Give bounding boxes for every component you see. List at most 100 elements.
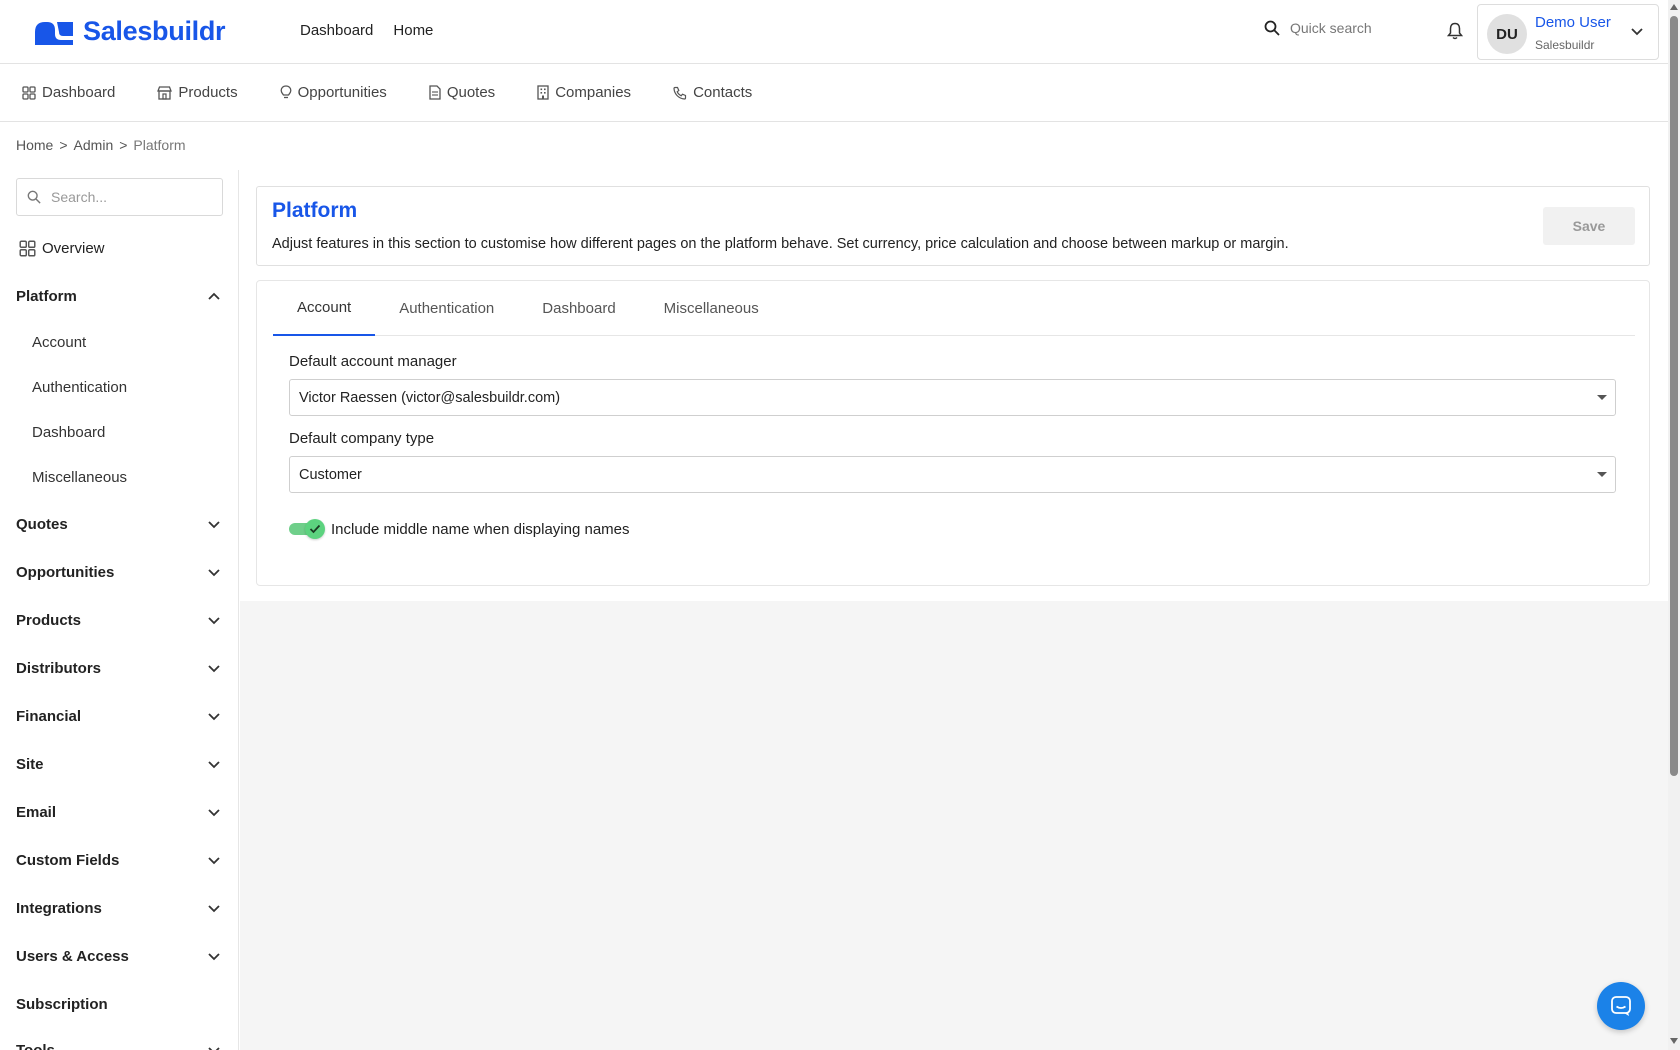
sidebar-group-platform[interactable]: Platform — [16, 288, 221, 305]
settings-card: Account Authentication Dashboard Miscell… — [256, 280, 1650, 586]
sidebar-group-label: Products — [16, 612, 82, 629]
scroll-down-arrow-icon[interactable] — [1670, 1038, 1678, 1044]
chevron-down-icon — [208, 857, 220, 865]
sidebar-group-site[interactable]: Site — [16, 756, 221, 773]
subnav-companies[interactable]: Companies — [537, 84, 631, 101]
sidebar-group-users-access[interactable]: Users & Access — [16, 948, 221, 965]
page-header-card: Platform Adjust features in this section… — [256, 186, 1650, 266]
breadcrumb-home[interactable]: Home — [16, 137, 53, 153]
chevron-down-icon — [208, 569, 220, 577]
chevron-up-icon — [208, 292, 220, 300]
scrollbar-thumb[interactable] — [1670, 16, 1678, 776]
sidebar-group-integrations[interactable]: Integrations — [16, 900, 221, 917]
sidebar-group-opportunities[interactable]: Opportunities — [16, 564, 221, 581]
sidebar-item-miscellaneous[interactable]: Miscellaneous — [32, 469, 127, 486]
account-manager-label: Default account manager — [289, 353, 457, 370]
brand-name: Salesbuildr — [83, 16, 226, 46]
sidebar-group-custom-fields[interactable]: Custom Fields — [16, 852, 221, 869]
chat-bubble-icon — [1611, 996, 1631, 1016]
sidebar-overview-label: Overview — [42, 240, 105, 257]
sidebar-group-label: Subscription — [16, 996, 108, 1013]
toggle-knob — [305, 519, 325, 539]
sidebar-group-quotes[interactable]: Quotes — [16, 516, 221, 533]
topnav-dashboard-link[interactable]: Dashboard — [300, 22, 373, 39]
sidebar-group-label: Distributors — [16, 660, 102, 677]
breadcrumb-separator: > — [59, 137, 68, 153]
subnav-opportunities[interactable]: Opportunities — [280, 84, 387, 101]
sidebar-group-subscription[interactable]: Subscription — [16, 996, 221, 1013]
top-nav: Dashboard Home — [300, 22, 433, 39]
dashboard-grid-icon — [22, 85, 36, 100]
logo[interactable]: Salesbuildr — [33, 16, 226, 47]
scroll-up-arrow-icon[interactable] — [1670, 4, 1678, 10]
breadcrumb-admin[interactable]: Admin — [74, 137, 114, 153]
chevron-down-icon — [208, 713, 220, 721]
sidebar-group-label: Opportunities — [16, 564, 115, 581]
sidebar-group-financial[interactable]: Financial — [16, 708, 221, 725]
sidebar-group-label: Financial — [16, 708, 82, 725]
tab-miscellaneous[interactable]: Miscellaneous — [640, 281, 783, 336]
subnav-quotes[interactable]: Quotes — [429, 84, 495, 101]
company-type-select[interactable]: Customer — [289, 456, 1616, 493]
subnav-companies-label: Companies — [555, 84, 632, 101]
subnav-contacts[interactable]: Contacts — [673, 84, 752, 101]
page-title: Platform — [272, 199, 358, 222]
support-chat-button[interactable] — [1597, 982, 1645, 1030]
chevron-down-icon — [208, 521, 220, 529]
account-manager-value: Victor Raessen (victor@salesbuildr.com) — [299, 389, 561, 406]
checkmark-icon — [309, 524, 321, 534]
account-manager-select[interactable]: Victor Raessen (victor@salesbuildr.com) — [289, 379, 1616, 416]
topnav-home-link[interactable]: Home — [393, 22, 433, 39]
sidebar-group-label: Integrations — [16, 900, 102, 917]
dashboard-grid-icon — [19, 240, 36, 257]
save-button[interactable]: Save — [1543, 207, 1635, 245]
breadcrumb-separator: > — [119, 137, 128, 153]
subnav-dashboard-label: Dashboard — [42, 84, 116, 101]
settings-tabs: Account Authentication Dashboard Miscell… — [273, 281, 1635, 336]
sidebar-group-products[interactable]: Products — [16, 612, 221, 629]
chevron-down-icon — [208, 1047, 220, 1050]
sidebar-search[interactable] — [16, 178, 223, 216]
sidebar-group-label: Tools — [16, 1042, 55, 1050]
quick-search[interactable]: Quick search — [1264, 20, 1372, 36]
subnav-quotes-label: Quotes — [446, 84, 496, 101]
sidebar-item-account[interactable]: Account — [32, 334, 86, 351]
sidebar-group-tools[interactable]: Tools — [16, 1042, 221, 1050]
sidebar-group-label: Email — [16, 804, 57, 821]
tab-dashboard[interactable]: Dashboard — [518, 281, 639, 336]
subnav-dashboard[interactable]: Dashboard — [22, 84, 115, 101]
top-header: Salesbuildr Dashboard Home Quick search … — [0, 0, 1668, 64]
sidebar-search-input[interactable] — [51, 189, 201, 205]
sidebar-item-dashboard[interactable]: Dashboard — [32, 424, 105, 441]
sidebar-group-label: Platform — [16, 288, 77, 305]
subnav-opportunities-label: Opportunities — [297, 84, 387, 101]
user-organization: Salesbuildr — [1535, 38, 1595, 52]
notifications-bell-icon[interactable] — [1446, 22, 1464, 45]
subnav-contacts-label: Contacts — [693, 84, 753, 101]
page-scrollbar[interactable] — [1668, 0, 1680, 1050]
avatar: DU — [1487, 14, 1527, 54]
sidebar-group-email[interactable]: Email — [16, 804, 221, 821]
caret-down-icon — [1597, 395, 1607, 400]
chevron-down-icon — [208, 953, 220, 961]
lightbulb-icon — [280, 85, 292, 99]
middle-name-toggle[interactable] — [289, 519, 325, 539]
chevron-down-icon — [208, 761, 220, 769]
breadcrumb: Home > Admin > Platform — [16, 137, 186, 153]
user-menu[interactable]: DU Demo User Salesbuildr — [1477, 4, 1659, 60]
quick-search-placeholder[interactable]: Quick search — [1290, 20, 1372, 36]
sidebar-group-distributors[interactable]: Distributors — [16, 660, 221, 677]
subnav-products-label: Products — [178, 84, 238, 101]
module-nav: Dashboard Products Opportunities Quotes — [0, 64, 1668, 122]
middle-name-setting: Include middle name when displaying name… — [289, 519, 630, 539]
search-icon — [27, 190, 41, 204]
document-icon — [429, 85, 441, 100]
salesbuildr-logo-icon — [35, 21, 73, 45]
tab-account[interactable]: Account — [273, 281, 376, 336]
middle-name-label: Include middle name when displaying name… — [331, 520, 630, 538]
subnav-products[interactable]: Products — [157, 84, 238, 101]
sidebar-item-authentication[interactable]: Authentication — [32, 379, 127, 396]
tab-authentication[interactable]: Authentication — [375, 281, 518, 336]
sidebar-item-overview[interactable]: Overview — [19, 240, 105, 257]
caret-down-icon — [1597, 472, 1607, 477]
